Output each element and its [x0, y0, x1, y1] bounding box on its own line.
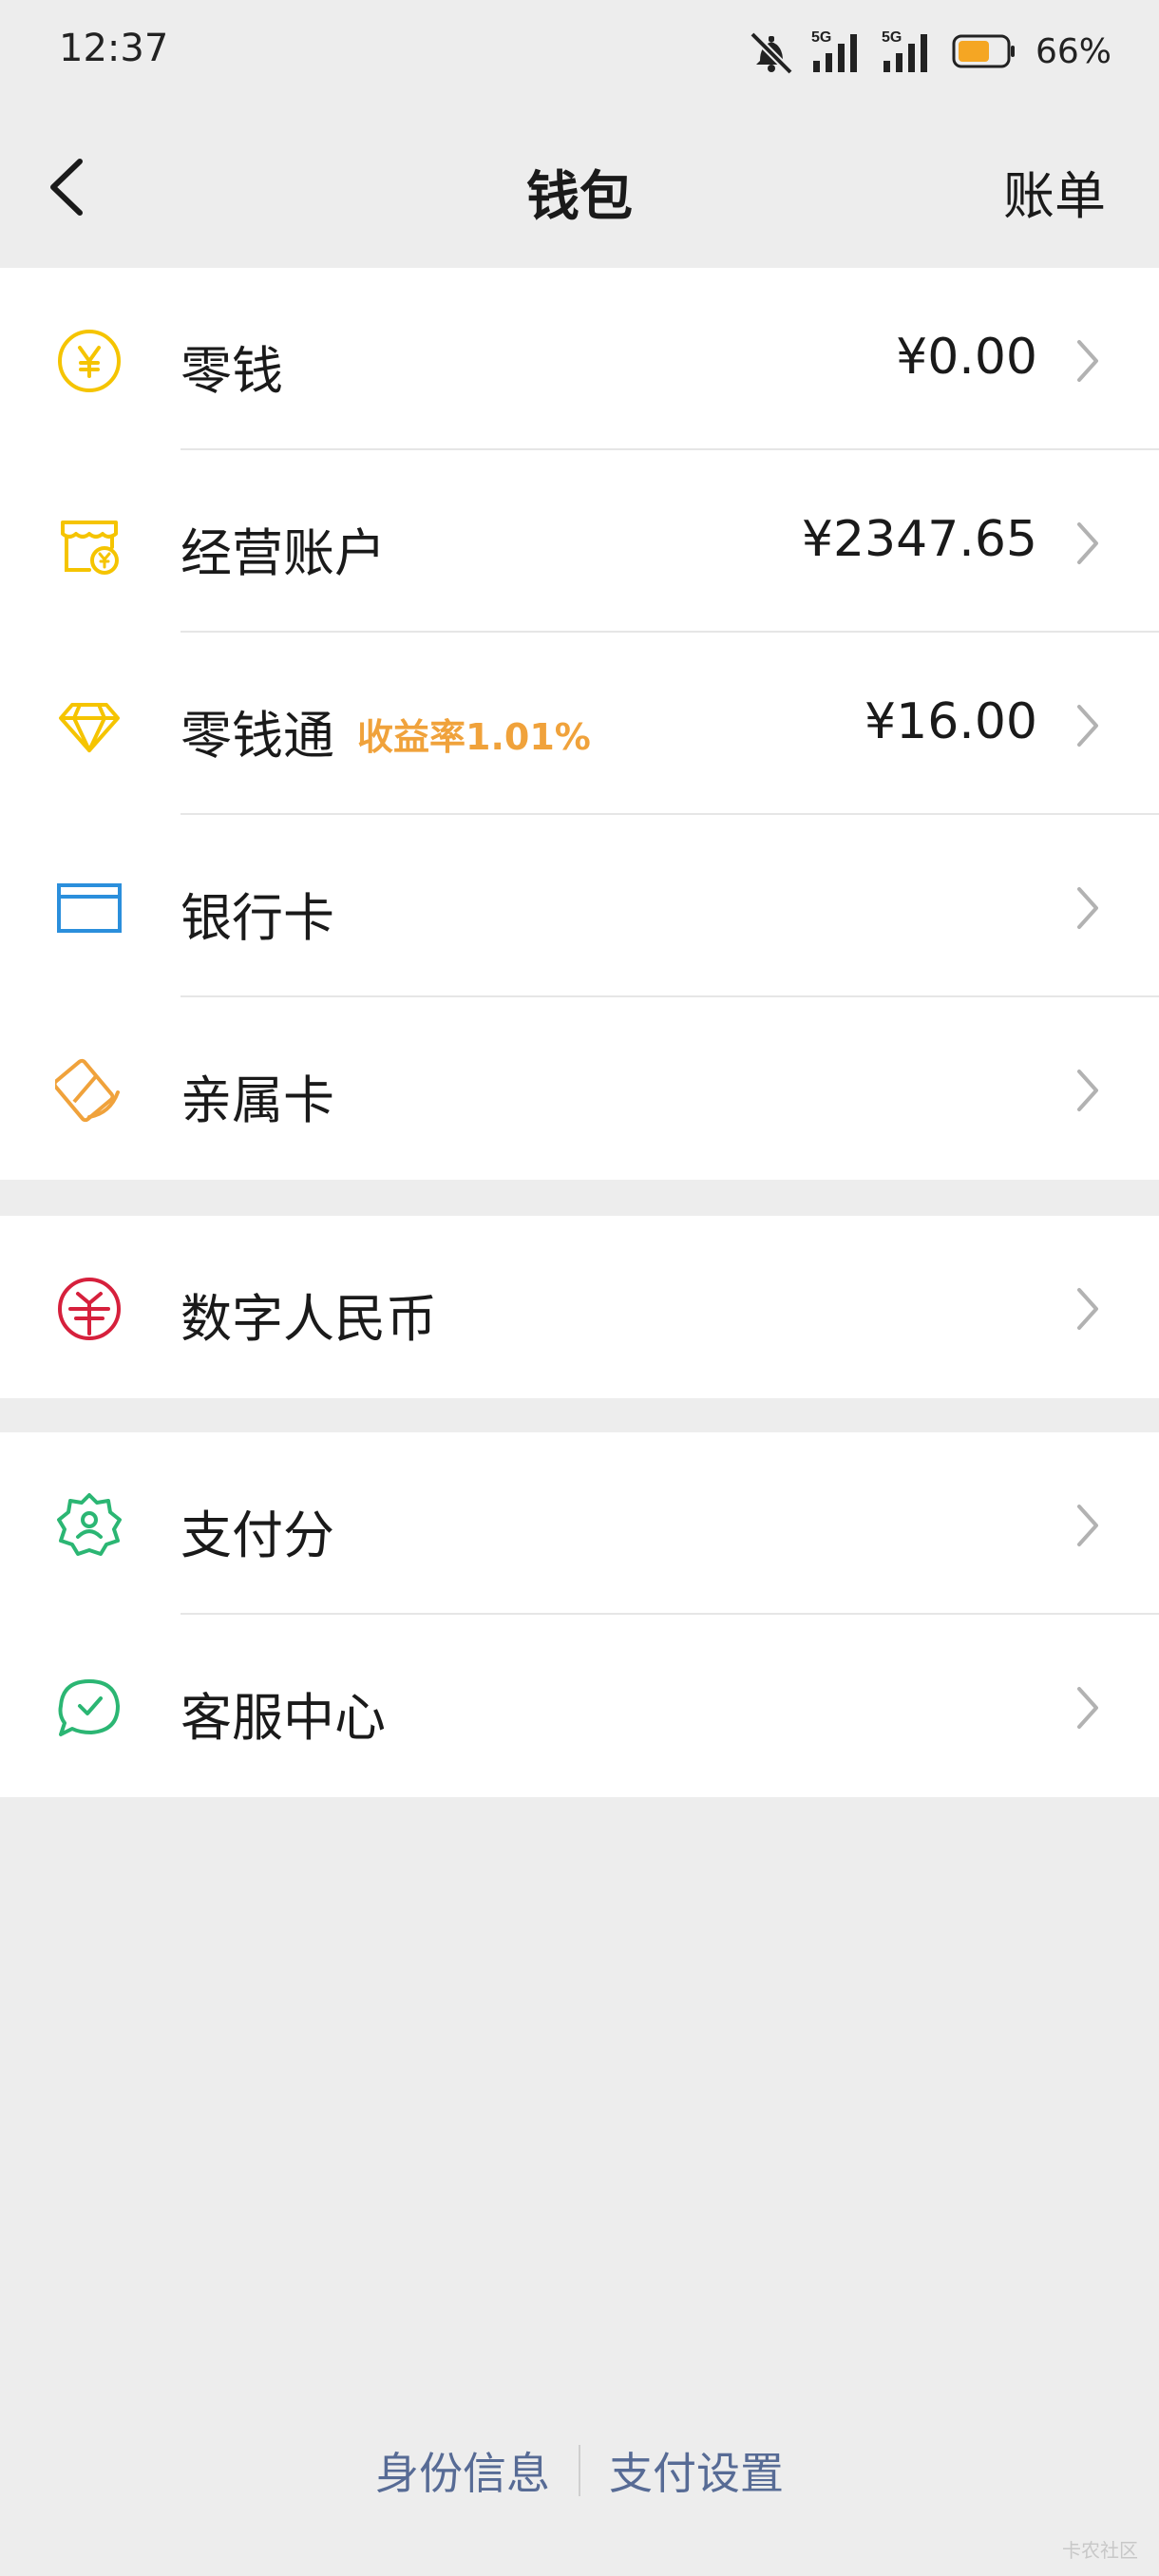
ecny-icon: [55, 1275, 124, 1343]
bill-button[interactable]: 账单: [1003, 154, 1106, 229]
chevron-right-icon: [1077, 1070, 1098, 1111]
bell-mute-icon: [747, 28, 796, 74]
nav-bar: 钱包 账单: [0, 104, 1159, 268]
chevron-left-icon: [50, 159, 83, 216]
list-item-label: 经营账户: [180, 523, 386, 583]
chat-check-icon: [55, 1674, 124, 1742]
list-item-customer-service[interactable]: 客服中心: [0, 1615, 1159, 1797]
battery-percent: 66%: [1035, 31, 1112, 71]
wallet-group-digital: 数字人民币: [0, 1216, 1159, 1398]
list-item-value: ¥16.00: [864, 693, 1037, 750]
back-button[interactable]: [42, 154, 95, 220]
yuan-coin-icon: [55, 327, 124, 395]
list-item-bank-card[interactable]: 银行卡: [0, 815, 1159, 997]
yield-rate-tag: 收益率1.01%: [357, 716, 591, 758]
shop-icon: [55, 509, 124, 578]
footer-links: 身份信息 支付设置: [0, 2437, 1159, 2504]
payment-settings-link[interactable]: 支付设置: [580, 2439, 812, 2502]
list-item-value: ¥2347.65: [801, 511, 1037, 568]
list-item-family-card[interactable]: 亲属卡: [0, 997, 1159, 1180]
wallet-group-main: 零钱 ¥0.00 经营账户 ¥2347.65 零钱通 收益率1.01% ¥16.…: [0, 268, 1159, 1180]
signal-icon: 5G: [811, 28, 866, 74]
list-item-label: 客服中心: [180, 1688, 386, 1748]
signal-icon: 5G: [882, 28, 937, 74]
status-icons: 5G 5G 66%: [747, 27, 1112, 76]
list-item-label: 数字人民币: [180, 1289, 437, 1349]
chevron-right-icon: [1077, 340, 1098, 382]
list-item-value: ¥0.00: [896, 329, 1037, 386]
list-item-digital-rmb[interactable]: 数字人民币: [0, 1216, 1159, 1398]
list-item-label: 亲属卡: [180, 1070, 334, 1130]
chevron-right-icon: [1077, 1288, 1098, 1330]
list-item-lingqiantong[interactable]: 零钱通 收益率1.01% ¥16.00: [0, 633, 1159, 815]
signal-2-label: 5G: [882, 29, 902, 46]
list-item-label-text: 零钱通: [180, 706, 334, 766]
chevron-right-icon: [1077, 522, 1098, 564]
list-item-label: 支付分: [180, 1506, 334, 1565]
family-card-icon: [55, 1056, 124, 1125]
badge-user-icon: [55, 1491, 124, 1560]
diamond-icon: [55, 691, 124, 760]
list-item-pay-score[interactable]: 支付分: [0, 1432, 1159, 1615]
watermark: 卡农社区: [1062, 2539, 1138, 2562]
chevron-right-icon: [1077, 887, 1098, 929]
list-item-label: 零钱通 收益率1.01%: [180, 693, 591, 768]
list-item-label: 银行卡: [180, 888, 334, 948]
chevron-right-icon: [1077, 1505, 1098, 1546]
wallet-group-service: 支付分 客服中心: [0, 1432, 1159, 1797]
identity-info-link[interactable]: 身份信息: [347, 2439, 579, 2502]
chevron-right-icon: [1077, 705, 1098, 747]
card-icon: [55, 874, 124, 942]
list-item-change[interactable]: 零钱 ¥0.00: [0, 268, 1159, 450]
list-item-business-account[interactable]: 经营账户 ¥2347.65: [0, 450, 1159, 633]
chevron-right-icon: [1077, 1687, 1098, 1729]
page-title: 钱包: [526, 166, 633, 228]
status-bar: 12:37 5G 5G 66%: [0, 0, 1159, 104]
battery-icon: [952, 32, 1016, 70]
signal-1-label: 5G: [811, 29, 831, 46]
status-time: 12:37: [59, 27, 169, 70]
list-item-label: 零钱: [180, 341, 283, 401]
